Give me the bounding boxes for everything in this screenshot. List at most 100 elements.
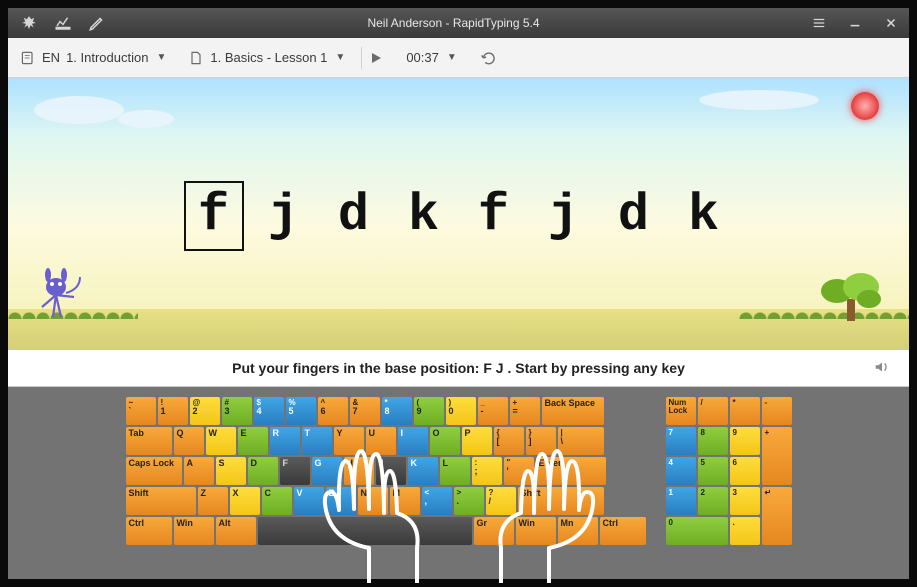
undo-button[interactable] (473, 47, 501, 69)
key-x[interactable]: X (230, 487, 260, 515)
lesson-selector[interactable]: 1. Basics - Lesson 1 ▼ (182, 47, 351, 69)
key-m[interactable]: M (390, 487, 420, 515)
key-l[interactable]: L (440, 457, 470, 485)
key-mn[interactable]: Mn (558, 517, 598, 545)
key-y[interactable]: Y (334, 427, 364, 455)
numpad-key-4[interactable]: 4 (666, 457, 696, 485)
numpad-key-2[interactable]: 2 (698, 487, 728, 515)
course-selector[interactable]: EN 1. Introduction ▼ (14, 47, 172, 69)
typing-char: k (394, 181, 454, 251)
key-space[interactable] (258, 517, 472, 545)
key-3[interactable]: #3 (222, 397, 252, 425)
key-8[interactable]: *8 (382, 397, 412, 425)
numpad-key-0[interactable]: 0 (666, 517, 728, 545)
key-o[interactable]: O (430, 427, 460, 455)
key-q[interactable]: Q (174, 427, 204, 455)
edit-icon[interactable] (88, 14, 106, 32)
stats-icon[interactable] (54, 14, 72, 32)
key-n[interactable]: N (358, 487, 388, 515)
key-[interactable]: "' (504, 457, 534, 485)
titlebar: Neil Anderson - RapidTyping 5.4 (8, 8, 909, 38)
key-r[interactable]: R (270, 427, 300, 455)
numpad-key-3[interactable]: 3 (730, 487, 760, 515)
numpad-key-[interactable]: * (730, 397, 760, 425)
play-button[interactable] (361, 47, 390, 69)
titlebar-right (801, 8, 909, 38)
numpad-key-6[interactable]: 6 (730, 457, 760, 485)
key-capslock[interactable]: Caps Lock (126, 457, 182, 485)
key-7[interactable]: &7 (350, 397, 380, 425)
key-[interactable]: += (510, 397, 540, 425)
key-9[interactable]: (9 (414, 397, 444, 425)
page-icon (188, 50, 204, 66)
minimize-button[interactable] (837, 8, 873, 38)
menu-button[interactable] (801, 8, 837, 38)
key-shift[interactable]: Shift (126, 487, 196, 515)
key-win[interactable]: Win (516, 517, 556, 545)
key-k[interactable]: K (408, 457, 438, 485)
key-d[interactable]: D (248, 457, 278, 485)
key-[interactable]: {[ (494, 427, 524, 455)
key-backspace[interactable]: Back Space (542, 397, 604, 425)
key-[interactable]: >. (454, 487, 484, 515)
numpad-key-7[interactable]: 7 (666, 427, 696, 455)
typing-area[interactable]: fjdkfjdk (8, 78, 909, 349)
key-tab[interactable]: Tab (126, 427, 172, 455)
key-[interactable]: |\ (558, 427, 604, 455)
key-f[interactable]: F (280, 457, 310, 485)
key-[interactable]: <, (422, 487, 452, 515)
key-v[interactable]: V (294, 487, 324, 515)
key-u[interactable]: U (366, 427, 396, 455)
key-b[interactable]: B (326, 487, 356, 515)
key-5[interactable]: %5 (286, 397, 316, 425)
key-4[interactable]: $4 (254, 397, 284, 425)
timer-selector[interactable]: 00:37 ▼ (400, 47, 462, 68)
key-ctrl[interactable]: Ctrl (126, 517, 172, 545)
sound-button[interactable] (873, 358, 891, 379)
key-[interactable]: _- (478, 397, 508, 425)
key-alt[interactable]: Alt (216, 517, 256, 545)
book-icon (20, 50, 36, 66)
typing-char: d (604, 181, 664, 251)
numpad-key-[interactable]: - (762, 397, 792, 425)
numpad-key-9[interactable]: 9 (730, 427, 760, 455)
key-shift[interactable]: Shift (518, 487, 604, 515)
key-t[interactable]: T (302, 427, 332, 455)
key-w[interactable]: W (206, 427, 236, 455)
key-ctrl[interactable]: Ctrl (600, 517, 646, 545)
key-j[interactable]: J (376, 457, 406, 485)
key-[interactable]: ~` (126, 397, 156, 425)
cloud-decoration (34, 96, 124, 124)
close-button[interactable] (873, 8, 909, 38)
numpad-key-[interactable]: ↵ (762, 487, 792, 545)
key-1[interactable]: !1 (158, 397, 188, 425)
key-h[interactable]: H (344, 457, 374, 485)
key-s[interactable]: S (216, 457, 246, 485)
key-gr[interactable]: Gr (474, 517, 514, 545)
creature-decoration (34, 267, 84, 317)
numpad-key-[interactable]: . (730, 517, 760, 545)
key-0[interactable]: )0 (446, 397, 476, 425)
key-e[interactable]: E (238, 427, 268, 455)
key-[interactable]: ?/ (486, 487, 516, 515)
key-i[interactable]: I (398, 427, 428, 455)
key-a[interactable]: A (184, 457, 214, 485)
key-g[interactable]: G (312, 457, 342, 485)
numpad-key-[interactable]: / (698, 397, 728, 425)
numpad-key-numlock[interactable]: Num Lock (666, 397, 696, 425)
numpad-key-[interactable]: + (762, 427, 792, 485)
key-c[interactable]: C (262, 487, 292, 515)
key-z[interactable]: Z (198, 487, 228, 515)
key-p[interactable]: P (462, 427, 492, 455)
key-6[interactable]: ^6 (318, 397, 348, 425)
key-enter[interactable]: Enter (536, 457, 606, 485)
key-[interactable]: :; (472, 457, 502, 485)
app-logo-icon[interactable] (20, 14, 38, 32)
key-win[interactable]: Win (174, 517, 214, 545)
key-[interactable]: }] (526, 427, 556, 455)
numpad-key-8[interactable]: 8 (698, 427, 728, 455)
chevron-down-icon: ▼ (447, 52, 457, 63)
key-2[interactable]: @2 (190, 397, 220, 425)
numpad-key-1[interactable]: 1 (666, 487, 696, 515)
numpad-key-5[interactable]: 5 (698, 457, 728, 485)
